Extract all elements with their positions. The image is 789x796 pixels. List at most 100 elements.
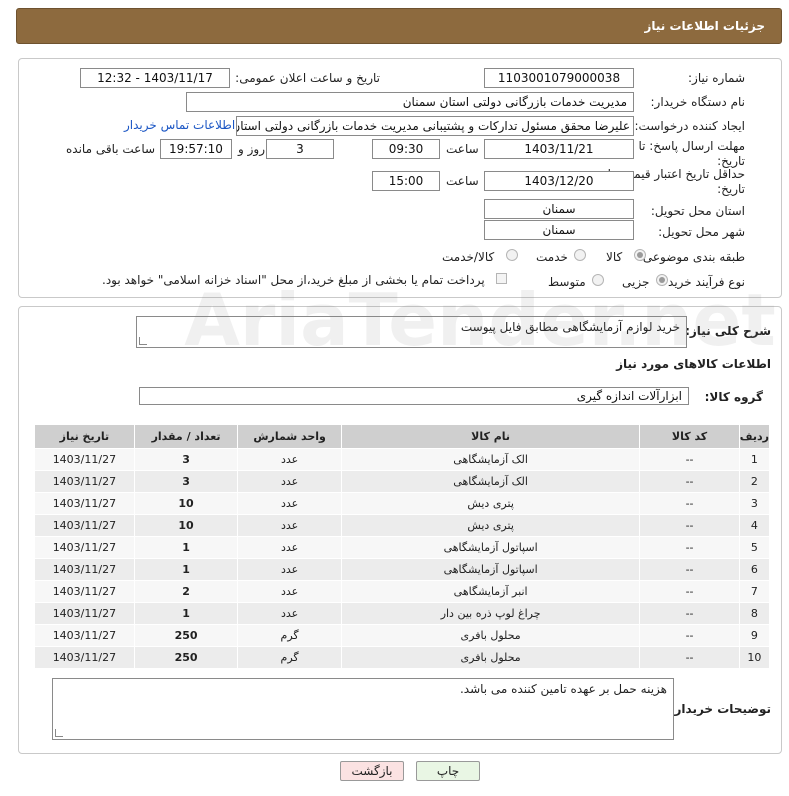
cell-unit: عدد — [237, 536, 342, 559]
treasury-payment-note: پرداخت تمام یا بخشی از مبلغ خرید،از محل … — [102, 273, 485, 287]
need-number-field: 1103001079000038 — [484, 68, 634, 88]
cell-code: -- — [639, 536, 740, 559]
category-option-goods-service: کالا/خدمت — [442, 250, 495, 264]
cell-code: -- — [639, 624, 740, 647]
cell-name: اسپاتول آزمایشگاهی — [340, 558, 641, 581]
cell-code: -- — [639, 646, 740, 669]
cell-unit: عدد — [237, 470, 342, 493]
buyer-contact-link[interactable]: اطلاعات تماس خریدار — [124, 118, 235, 132]
province-label: استان محل تحویل: — [650, 204, 745, 218]
cell-name: چراغ لوپ ذره بین دار — [340, 602, 641, 625]
goods-table: ردیف کد کالا نام کالا واحد شمارش تعداد /… — [34, 424, 771, 669]
table-row: 9 -- محلول بافری گرم 250 1403/11/27 — [34, 624, 771, 647]
days-label: روز و — [238, 142, 265, 156]
table-row: 7 -- انبر آزمایشگاهی عدد 2 1403/11/27 — [34, 580, 771, 603]
cell-quantity: 3 — [133, 470, 239, 493]
goods-info-title: اطلاعات کالاهای مورد نیاز — [616, 357, 771, 371]
cell-quantity: 250 — [133, 646, 239, 669]
cell-name: محلول بافری — [340, 624, 641, 647]
deadline-time-field: 09:30 — [372, 139, 440, 159]
cell-name: الک آزمایشگاهی — [340, 448, 641, 471]
table-row: 3 -- پتری دیش عدد 10 1403/11/27 — [34, 492, 771, 515]
category-label: طبقه بندی موضوعی: — [638, 250, 745, 264]
cell-quantity: 1 — [133, 558, 239, 581]
purchase-radio-minor[interactable] — [656, 274, 668, 286]
summary-textarea[interactable]: خرید لوازم آزمایشگاهی مطابق فایل پیوست — [136, 316, 687, 348]
remaining-label: ساعت باقی مانده — [66, 142, 156, 156]
category-radio-service[interactable] — [574, 249, 586, 261]
table-row: 6 -- اسپاتول آزمایشگاهی عدد 1 1403/11/27 — [34, 558, 771, 581]
cell-row-number: 7 — [738, 580, 771, 603]
col-header-quantity: تعداد / مقدار — [133, 424, 239, 449]
cell-unit: عدد — [237, 492, 342, 515]
cell-date: 1403/11/27 — [34, 558, 135, 581]
cell-row-number: 2 — [738, 470, 771, 493]
cell-code: -- — [639, 470, 740, 493]
cell-unit: عدد — [237, 514, 342, 537]
purchase-radio-medium[interactable] — [592, 274, 604, 286]
cell-date: 1403/11/27 — [34, 448, 135, 471]
announce-field: 1403/11/17 - 12:32 — [80, 68, 230, 88]
cell-code: -- — [639, 580, 740, 603]
goods-group-field: ابزارآلات اندازه گیری — [139, 387, 689, 405]
category-option-service: خدمت — [536, 250, 568, 264]
cell-quantity: 2 — [133, 580, 239, 603]
col-header-row-number: ردیف — [738, 424, 771, 449]
resize-handle-icon[interactable] — [139, 337, 147, 345]
province-field: سمنان — [484, 199, 634, 219]
summary-text: خرید لوازم آزمایشگاهی مطابق فایل پیوست — [460, 320, 680, 334]
deadline-time-label: ساعت — [446, 142, 479, 156]
city-label: شهر محل تحویل: — [658, 225, 745, 239]
validity-time-field: 15:00 — [372, 171, 440, 191]
cell-date: 1403/11/27 — [34, 536, 135, 559]
cell-unit: عدد — [237, 580, 342, 603]
cell-code: -- — [639, 492, 740, 515]
header-bar: جزئیات اطلاعات نیاز — [16, 8, 782, 44]
creator-label: ایجاد کننده درخواست: — [634, 119, 745, 133]
cell-row-number: 9 — [738, 624, 771, 647]
cell-date: 1403/11/27 — [34, 624, 135, 647]
cell-row-number: 5 — [738, 536, 771, 559]
validity-time-label: ساعت — [446, 174, 479, 188]
cell-row-number: 3 — [738, 492, 771, 515]
days-field: 3 — [266, 139, 334, 159]
creator-field: علیرضا محقق مسئول تدارکات و پشتیبانی مدی… — [236, 116, 634, 136]
cell-name: اسپاتول آزمایشگاهی — [340, 536, 641, 559]
cell-quantity: 1 — [133, 602, 239, 625]
cell-date: 1403/11/27 — [34, 514, 135, 537]
deadline-label: مهلت ارسال پاسخ: تا تاریخ: — [638, 139, 745, 168]
cell-unit: عدد — [237, 558, 342, 581]
cell-date: 1403/11/27 — [34, 646, 135, 669]
remaining-time-field: 19:57:10 — [160, 139, 232, 159]
cell-unit: گرم — [237, 624, 342, 647]
announce-label: تاریخ و ساعت اعلان عمومی: — [235, 71, 380, 85]
cell-code: -- — [639, 602, 740, 625]
buyer-org-field: مدیریت خدمات بازرگانی دولتی استان سمنان — [186, 92, 634, 112]
cell-name: انبر آزمایشگاهی — [340, 580, 641, 603]
category-radio-goods[interactable] — [634, 249, 646, 261]
cell-code: -- — [639, 448, 740, 471]
cell-quantity: 250 — [133, 624, 239, 647]
buyer-notes-text: هزینه حمل بر عهده تامین کننده می باشد. — [459, 682, 667, 696]
resize-handle-icon[interactable] — [55, 729, 63, 737]
cell-name: الک آزمایشگاهی — [340, 470, 641, 493]
table-row: 1 -- الک آزمایشگاهی عدد 3 1403/11/27 — [34, 448, 771, 471]
city-field: سمنان — [484, 220, 634, 240]
buyer-notes-label: توضیحات خریدار: — [669, 702, 771, 716]
cell-row-number: 1 — [738, 448, 771, 471]
cell-unit: عدد — [237, 448, 342, 471]
cell-date: 1403/11/27 — [34, 602, 135, 625]
buyer-notes-textarea[interactable]: هزینه حمل بر عهده تامین کننده می باشد. — [52, 678, 674, 740]
col-header-code: کد کالا — [639, 424, 740, 449]
purchase-option-minor: جزیی — [622, 275, 650, 289]
cell-row-number: 4 — [738, 514, 771, 537]
cell-quantity: 1 — [133, 536, 239, 559]
cell-unit: گرم — [237, 646, 342, 669]
back-button[interactable]: بازگشت — [340, 761, 404, 781]
cell-quantity: 10 — [133, 514, 239, 537]
buyer-org-label: نام دستگاه خریدار: — [650, 95, 746, 109]
category-radio-goods-service[interactable] — [506, 249, 518, 261]
treasury-payment-checkbox[interactable] — [496, 273, 507, 284]
goods-group-label: گروه کالا: — [704, 390, 763, 404]
print-button[interactable]: چاپ — [416, 761, 480, 781]
